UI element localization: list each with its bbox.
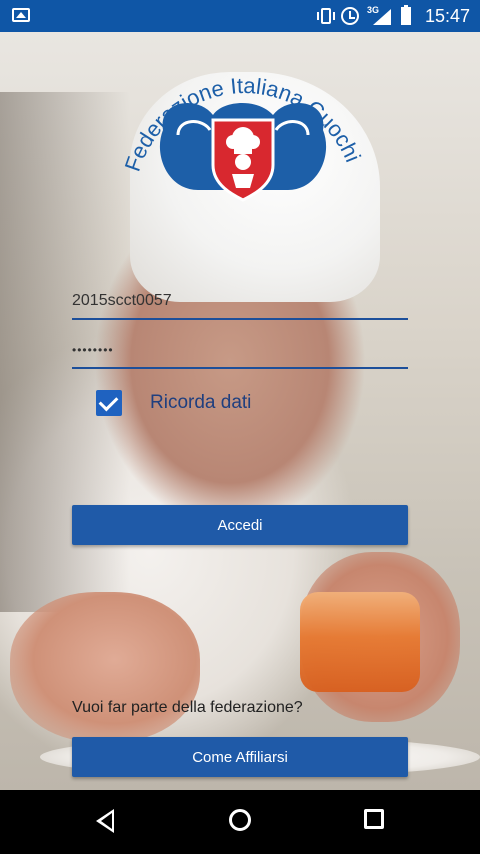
join-question: Vuoi far parte della federazione? (72, 699, 303, 716)
join-button[interactable]: Come Affiliarsi (72, 737, 408, 777)
vibrate-icon (316, 8, 335, 24)
remember-label[interactable]: Ricorda dati (150, 392, 251, 414)
remember-checkbox[interactable] (96, 390, 122, 416)
signal-icon: 3G (367, 5, 391, 25)
clock: 15:47 (424, 5, 470, 26)
remember-row[interactable]: Ricorda dati (96, 389, 251, 417)
battery-icon (400, 5, 411, 25)
sauce-jar (300, 592, 420, 692)
username-input[interactable] (72, 286, 408, 316)
password-field[interactable]: •••••••• (72, 335, 408, 369)
status-icons: 3G 15:47 (316, 0, 470, 32)
home-icon[interactable] (229, 809, 251, 831)
password-input[interactable]: •••••••• (72, 343, 114, 357)
recents-icon[interactable] (364, 809, 384, 829)
alarm-icon (340, 7, 359, 25)
status-bar: 3G 15:47 (0, 0, 480, 32)
username-field[interactable] (72, 286, 408, 320)
back-icon[interactable] (96, 809, 114, 833)
chef-hand (10, 592, 200, 742)
federation-logo: Federazione Italiana Cuochi (120, 73, 366, 202)
image-icon (12, 8, 30, 22)
login-button[interactable]: Accedi (72, 505, 408, 545)
navigation-bar (0, 790, 480, 854)
